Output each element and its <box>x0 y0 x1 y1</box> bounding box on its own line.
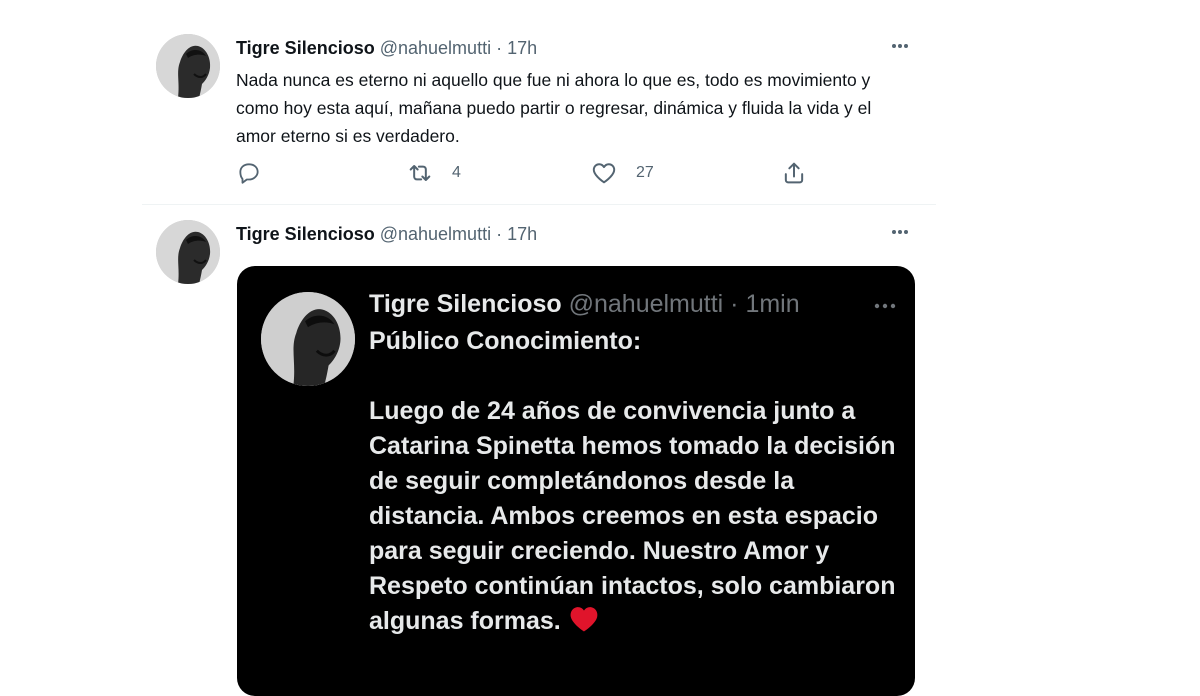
retweet-count: 4 <box>452 164 461 181</box>
separator-dot: · <box>496 38 503 58</box>
author-name[interactable]: Tigre Silencioso <box>236 38 375 58</box>
retweet-button[interactable]: 4 <box>406 158 461 188</box>
ellipsis-icon <box>892 230 908 234</box>
embedded-handle-time: @nahuelmutti · 1min <box>568 290 800 318</box>
tweet-header: Tigre Silencioso @nahuelmutti · 17h <box>236 224 537 245</box>
author-name[interactable]: Tigre Silencioso <box>236 224 375 244</box>
share-button[interactable] <box>780 158 808 188</box>
retweet-icon <box>409 165 431 181</box>
tweet-actions: 4 27 <box>236 158 836 188</box>
share-icon <box>784 162 804 184</box>
separator-dot: · <box>496 224 503 244</box>
more-options-button[interactable] <box>888 222 916 242</box>
timestamp[interactable]: 17h <box>507 38 537 58</box>
tweet[interactable]: Tigre Silencioso @nahuelmutti · 17h Tigr… <box>142 214 936 696</box>
reply-icon <box>239 163 259 184</box>
author-handle[interactable]: @nahuelmutti <box>380 224 491 244</box>
like-count: 27 <box>636 164 654 181</box>
avatar[interactable] <box>156 220 220 284</box>
embedded-body: Luego de 24 años de convivencia junto a … <box>369 394 909 643</box>
author-handle[interactable]: @nahuelmutti <box>380 38 491 58</box>
tweet-header: Tigre Silencioso @nahuelmutti · 17h <box>236 38 537 59</box>
like-button[interactable]: 27 <box>590 158 654 188</box>
embedded-tweet-header: Tigre Silencioso @nahuelmutti · 1min <box>369 290 800 319</box>
ellipsis-icon <box>892 44 908 48</box>
reply-button[interactable] <box>236 158 262 188</box>
embedded-author-name: Tigre Silencioso <box>369 290 562 318</box>
embedded-profile-photo <box>261 292 355 386</box>
tweet-text: Nada nunca es eterno ni aquello que fue … <box>236 70 872 146</box>
heart-icon <box>592 163 616 184</box>
more-options-button[interactable] <box>888 36 916 56</box>
embedded-avatar <box>261 292 355 386</box>
embedded-title: Público Conocimiento: <box>369 327 642 355</box>
red-heart-emoji-icon <box>569 605 599 643</box>
avatar[interactable] <box>156 34 220 98</box>
tweet-media-screenshot[interactable]: Tigre Silencioso @nahuelmutti · 1min Púb… <box>237 266 915 696</box>
timestamp[interactable]: 17h <box>507 224 537 244</box>
tweet[interactable]: Tigre Silencioso @nahuelmutti · 17h Nada… <box>142 28 936 205</box>
embedded-tweet-text: Público Conocimiento: Luego de 24 años d… <box>369 324 909 643</box>
embedded-ellipsis-icon <box>871 298 901 314</box>
profile-photo <box>156 34 220 98</box>
profile-photo <box>156 220 220 284</box>
embedded-body-text: Luego de 24 años de convivencia junto a … <box>369 397 896 635</box>
